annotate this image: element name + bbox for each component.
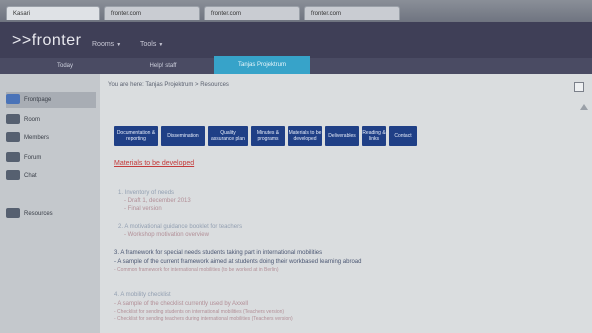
sidebar-item-resources[interactable]: Resources (6, 206, 96, 222)
chevron-down-icon: ▼ (158, 42, 164, 48)
browser-tab[interactable]: fronter.com (104, 6, 200, 20)
forum-icon (6, 152, 20, 163)
list-item-link[interactable]: - Common framework for international mob… (114, 267, 279, 273)
browser-tab[interactable]: Kasari (6, 6, 100, 20)
app-topbar: >>fronter Rooms ▼ Tools ▼ (0, 22, 592, 58)
list-item-link[interactable]: - Checklist for sending students on inte… (114, 309, 284, 315)
sidebar-item-label: Members (24, 135, 50, 141)
sidebar-item-room[interactable]: Room (6, 112, 96, 128)
list-item: 2. A motivational guidance booklet for t… (118, 224, 243, 230)
list-item-link[interactable]: - A sample of the checklist currently us… (114, 301, 248, 307)
breadcrumb: You are here: Tanjas Projektrum > Resour… (108, 82, 229, 88)
sidebar-item-forum[interactable]: Forum (6, 150, 96, 166)
browser-tab[interactable]: fronter.com (204, 6, 300, 20)
nav-minutes-programs[interactable]: Minutes & programs (251, 126, 285, 146)
nav-quality-assurance-plan[interactable]: Quality assurance plan (208, 126, 248, 146)
nav-reading-links[interactable]: Reading & links (362, 126, 386, 146)
sidebar-item-frontpage[interactable]: Frontpage (6, 92, 96, 108)
fronter-logo[interactable]: >>fronter (12, 32, 81, 50)
list-item: 4. A mobility checklist (114, 292, 171, 298)
list-item-link[interactable]: - Workshop motivation overview (124, 232, 209, 238)
sidebar-item-members[interactable]: Members (6, 130, 96, 146)
tools-menu-label: Tools (140, 41, 157, 48)
chevron-down-icon: ▼ (116, 42, 122, 48)
nav-dissemination[interactable]: Dissemination (161, 126, 205, 146)
resource-nav-buttons: Documentation & reporting Dissemination … (114, 126, 417, 146)
scroll-up-icon[interactable] (580, 104, 588, 110)
tab-today[interactable]: Today (30, 58, 100, 74)
list-item-link[interactable]: - Final version (124, 206, 162, 212)
list-item-link[interactable]: - Checklist for sending teachers during … (114, 316, 293, 322)
page-title: Materials to be developed (114, 160, 195, 167)
tab-tanjas-projektrum[interactable]: Tanjas Projektrum (214, 56, 310, 74)
room-tabs: Today Help! staff Tanjas Projektrum (0, 56, 592, 74)
browser-tab[interactable]: fronter.com (304, 6, 400, 20)
nav-materials-to-be-developed[interactable]: Materials to be developed (288, 126, 322, 146)
members-icon (6, 132, 20, 143)
nav-documentation-reporting[interactable]: Documentation & reporting (114, 126, 158, 146)
list-item: 3. A framework for special needs student… (114, 250, 323, 256)
folder-icon (6, 208, 20, 219)
tools-menu[interactable]: Tools ▼ (140, 41, 163, 48)
tab-help-staff[interactable]: Help! staff (118, 58, 208, 74)
room-icon (6, 114, 20, 125)
list-item-link[interactable]: - Draft 1, december 2013 (124, 198, 191, 204)
sidebar-item-chat[interactable]: Chat (6, 168, 96, 184)
sidebar-item-label: Frontpage (24, 97, 52, 103)
rooms-menu[interactable]: Rooms ▼ (92, 41, 121, 48)
list-item-link[interactable]: - A sample of the current framework aime… (114, 259, 361, 265)
nav-contact[interactable]: Contact (389, 126, 417, 146)
sidebar-item-label: Room (24, 117, 41, 123)
browser-tab-bar: Kasari fronter.com fronter.com fronter.c… (0, 0, 592, 22)
sidebar-item-label: Chat (24, 173, 37, 179)
page-option-checkbox[interactable] (574, 82, 584, 92)
sidebar-item-label: Resources (24, 211, 53, 217)
chat-icon (6, 170, 20, 181)
list-item: 1. Inventory of needs (118, 190, 175, 196)
home-icon (6, 94, 20, 105)
room-sidebar: Frontpage Room Members Forum Chat Resour… (0, 74, 100, 333)
nav-deliverables[interactable]: Deliverables (325, 126, 359, 146)
resources-page: You are here: Tanjas Projektrum > Resour… (100, 74, 592, 333)
rooms-menu-label: Rooms (92, 41, 115, 48)
sidebar-item-label: Forum (24, 155, 42, 161)
